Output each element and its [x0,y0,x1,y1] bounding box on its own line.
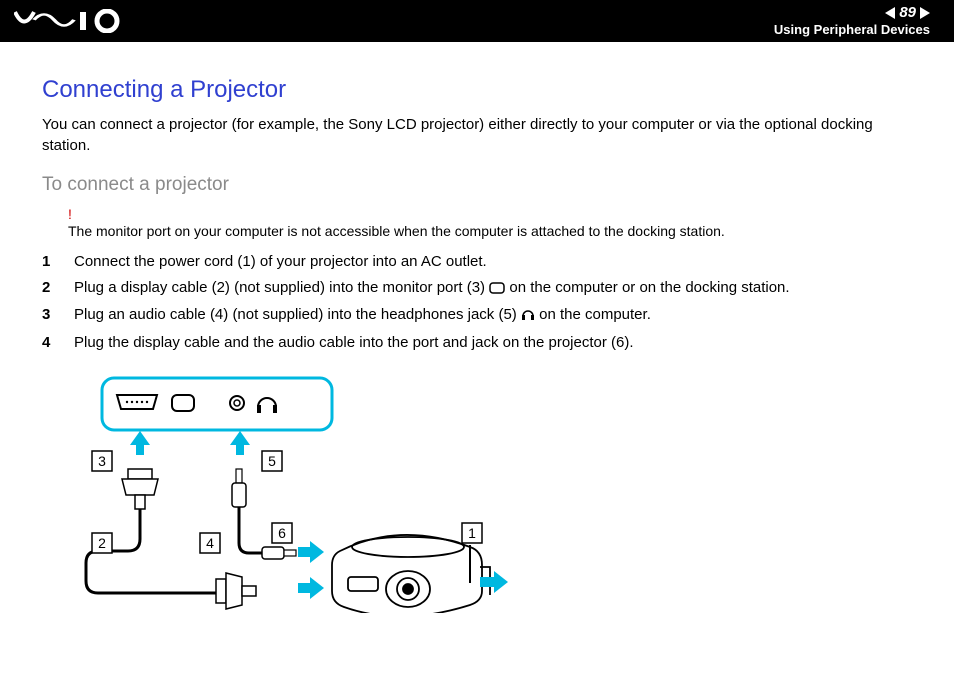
prev-page-icon[interactable] [885,7,895,19]
step-item: 1 Connect the power cord (1) of your proj… [42,249,912,275]
svg-text:4: 4 [206,535,214,551]
step-number: 4 [42,330,58,356]
svg-text:3: 3 [98,453,106,469]
step-item: 3 Plug an audio cable (4) (not supplied) … [42,302,912,330]
headphones-icon [521,304,535,330]
header-right: 89 Using Peripheral Devices [774,5,930,38]
intro-paragraph: You can connect a projector (for example… [42,114,912,156]
step-text: Plug a display cable (2) (not supplied) … [74,275,790,303]
steps-list: 1 Connect the power cord (1) of your proj… [42,249,912,355]
next-page-icon[interactable] [920,7,930,19]
svg-text:2: 2 [98,535,106,551]
caution-note: ! The monitor port on your computer is n… [68,206,912,239]
monitor-port-icon [489,277,505,303]
step-number: 1 [42,249,58,275]
caution-text: The monitor port on your computer is not… [68,223,725,239]
svg-text:1: 1 [468,525,476,541]
step-number: 2 [42,275,58,303]
step-number: 3 [42,302,58,330]
step-text: Connect the power cord (1) of your proje… [74,249,487,275]
step-text: Plug the display cable and the audio cab… [74,330,634,356]
step-item: 2 Plug a display cable (2) (not supplied)… [42,275,912,303]
vaio-logo [14,9,124,33]
procedure-title: To connect a projector [42,174,912,196]
page-content: Connecting a Projector You can connect a… [0,42,954,618]
svg-text:6: 6 [278,525,286,541]
page-header: 89 Using Peripheral Devices [0,0,954,42]
svg-text:5: 5 [268,453,276,469]
page-navigation: 89 [774,5,930,22]
caution-icon: ! [68,206,912,222]
page-title: Connecting a Projector [42,76,912,104]
page-number: 89 [899,5,916,22]
step-item: 4 Plug the display cable and the audio ca… [42,330,912,356]
connection-diagram: 3 5 [72,373,912,618]
section-label: Using Peripheral Devices [774,23,930,37]
step-text: Plug an audio cable (4) (not supplied) i… [74,302,651,330]
